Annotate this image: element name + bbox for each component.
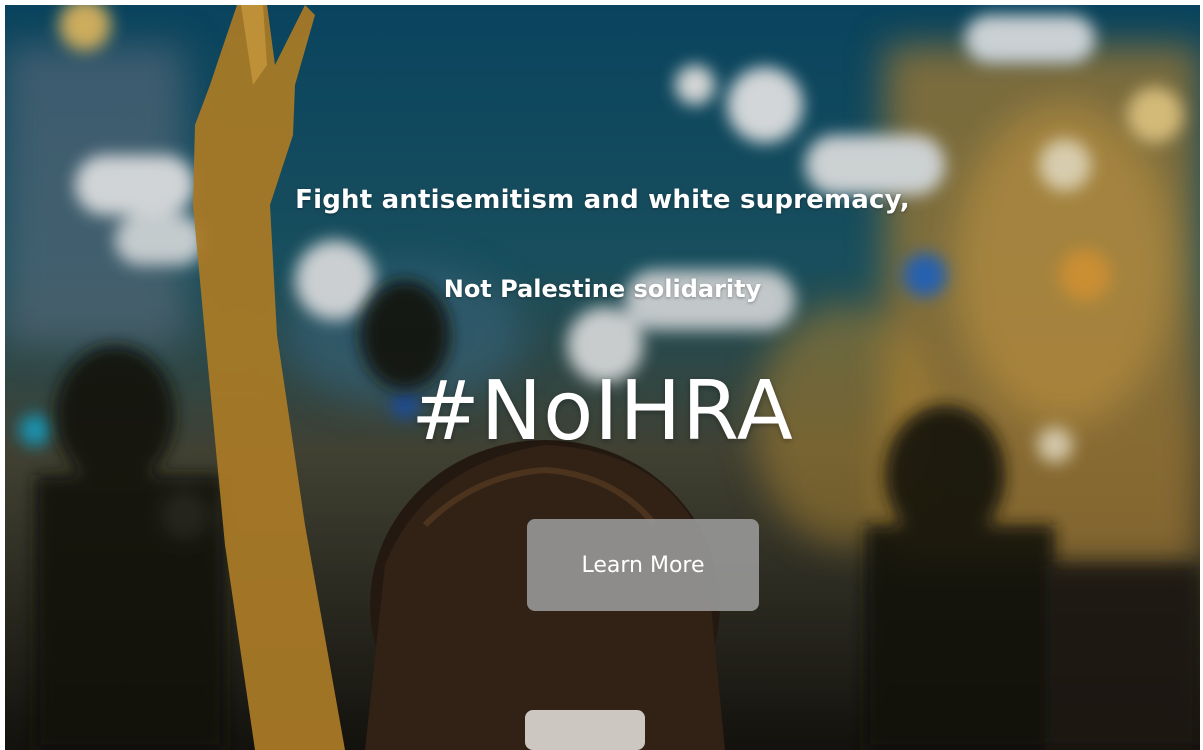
learn-more-button[interactable]: Learn More <box>527 519 759 611</box>
hero-content: Fight antisemitism and white supremacy, … <box>5 5 1200 750</box>
hashtag-title: #NoIHRA <box>411 364 794 459</box>
headline-line-2: Not Palestine solidarity <box>443 275 762 303</box>
headline-line-1: Fight antisemitism and white supremacy, <box>295 185 910 215</box>
hero-section: Fight antisemitism and white supremacy, … <box>5 5 1200 750</box>
